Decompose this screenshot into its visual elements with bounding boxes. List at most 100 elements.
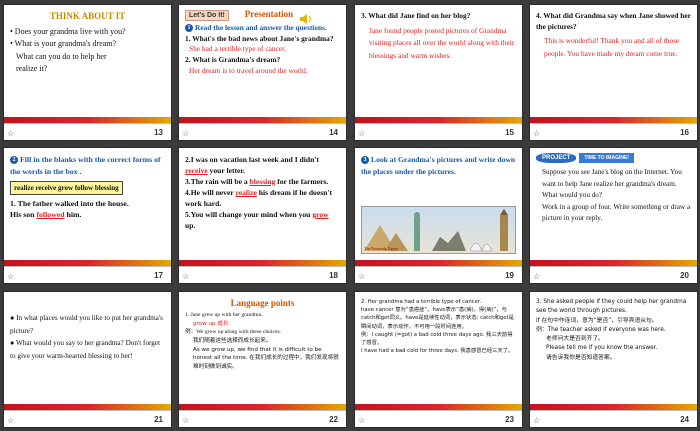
slide-number: 20: [680, 271, 689, 280]
speaker-icon[interactable]: [300, 14, 312, 24]
slide-thumbnail-16[interactable]: 4. What did Grandma say when Jane showed…: [529, 4, 698, 141]
step-icon: 3: [361, 156, 369, 165]
answer-blank: followed: [36, 210, 65, 220]
slide-number: 24: [680, 415, 689, 424]
caption: The Pyramids, Egypt: [364, 246, 398, 251]
sentence-2-start: His son: [10, 210, 35, 220]
text-line: As we grow up, we find that it is diffic…: [193, 346, 339, 370]
slide-content: 3 Look at Grandma's pictures and write do…: [361, 154, 516, 178]
slide-number: 22: [329, 415, 338, 424]
text-line: Please tell me if you know the answer.: [546, 345, 658, 352]
slide-thumbnail-19[interactable]: 3 Look at Grandma's pictures and write do…: [354, 147, 523, 284]
slide-title: Presentation: [244, 9, 294, 19]
slide-footer: ☆ 23: [355, 410, 522, 427]
text-line: if 在句中作连词，意为“是否”，引导宾语从句。: [536, 317, 658, 324]
slide-content: 3. What did Jane find on her blog? Jane …: [361, 11, 516, 62]
text-line: • Does your grandma live with you?: [10, 27, 126, 36]
text-line: 2. Her grandma had a terrible type of ca…: [361, 299, 482, 305]
slide-number: 17: [154, 271, 163, 280]
text-line: • What is your grandma's dream?: [10, 39, 117, 49]
slide-content: Language points 1. Jane grew up with her…: [185, 298, 340, 372]
slide-thumbnail-20[interactable]: PROJECT TIME TO IMAGINE! Suppose you see …: [529, 147, 698, 284]
slide-heading: Read the lesson and answer the questions…: [195, 23, 327, 32]
star-icon: ☆: [182, 129, 190, 138]
project-badge: PROJECT: [536, 153, 577, 163]
text-line: 我们随着这些选择而成长起来。: [193, 337, 272, 344]
slide-thumbnail-15[interactable]: 3. What did Jane find on her blog? Jane …: [354, 4, 523, 141]
question-2: 2. What is Grandma's dream?: [185, 55, 281, 65]
slide-number: 15: [505, 128, 514, 137]
star-icon: ☆: [358, 272, 366, 281]
text-line: 请告诉我你是否知道答案。: [546, 354, 616, 361]
star-icon: ☆: [182, 416, 190, 425]
slide-content: 2. Her grandma had a terrible type of ca…: [361, 298, 516, 355]
slide-number: 18: [329, 271, 338, 280]
slide-content: 2.I was on vacation last week and I didn…: [185, 154, 340, 231]
slide-footer: ☆ 21: [4, 410, 171, 427]
slide-content: PROJECT TIME TO IMAGINE! Suppose you see …: [536, 152, 691, 225]
star-icon: ☆: [533, 272, 541, 281]
slide-content: ● In what places would you like to put h…: [10, 312, 165, 362]
question: 3. What did Jane find on her blog?: [361, 11, 471, 20]
blank-sentence: 5.You will change your mind when you gro…: [185, 210, 329, 230]
slide-sorter-grid: THINK ABOUT IT • Does your grandma live …: [0, 0, 700, 431]
slide-number: 21: [154, 415, 163, 424]
slide-thumbnail-18[interactable]: 2.I was on vacation last week and I didn…: [178, 147, 347, 284]
blank-sentence: 4.He will never realize his dream if he …: [185, 188, 333, 208]
slide-content: 4. What did Grandma say when Jane showed…: [536, 11, 691, 61]
blank-sentence: 3.The rain will be a blessing for the fa…: [185, 177, 329, 186]
slide-thumbnail-17[interactable]: 2 Fill in the blanks with the correct for…: [3, 147, 172, 284]
slide-content: 3. She asked people if they could help h…: [536, 298, 691, 363]
slide-thumbnail-14[interactable]: Let's Do It! Presentation 1 Read the less…: [178, 4, 347, 141]
star-icon: ☆: [533, 129, 541, 138]
text-line: realize it?: [16, 64, 48, 74]
slide-number: 23: [505, 415, 514, 424]
star-icon: ☆: [533, 416, 541, 425]
text-line: 例：We grow up along with these choices.: [185, 329, 282, 336]
step-icon: 2: [10, 156, 18, 165]
paragraph-2: Work in a group of four. Write something…: [542, 202, 691, 223]
word-box: realize receive grow follow blessing: [10, 180, 123, 196]
star-icon: ☆: [7, 416, 15, 425]
slide-thumbnail-21[interactable]: ● In what places would you like to put h…: [3, 291, 172, 428]
answer-1: She had a terrible type of cancer.: [189, 44, 287, 54]
slide-footer: ☆ 16: [530, 123, 697, 140]
slide-footer: ☆ 24: [530, 410, 697, 427]
landmarks-picture: The Pyramids, Egypt: [361, 206, 516, 254]
slide-number: 16: [680, 128, 689, 137]
slide-footer: ☆ 22: [179, 410, 346, 427]
slide-footer: ☆ 15: [355, 123, 522, 140]
imagine-banner: TIME TO IMAGINE!: [579, 153, 634, 163]
slide-footer: ☆ 19: [355, 266, 522, 283]
slide-thumbnail-13[interactable]: THINK ABOUT IT • Does your grandma live …: [3, 4, 172, 141]
question: 4. What did Grandma say when Jane showed…: [536, 11, 691, 31]
paragraph-1: Suppose you see Jane's blog on the Inter…: [542, 168, 682, 200]
star-icon: ☆: [7, 272, 15, 281]
blank-sentence: 2.I was on vacation last week and I didn…: [185, 155, 319, 175]
text-line: What can you do to help her: [16, 51, 107, 61]
text-line: 例：The teacher asked if everyone was here…: [536, 326, 666, 333]
slide-heading: Fill in the blanks with the correct form…: [10, 155, 161, 177]
star-icon: ☆: [182, 272, 190, 281]
slide-number: 14: [329, 128, 338, 137]
slide-title: Language points: [230, 298, 295, 308]
text-line: 3. She asked people if they could help h…: [536, 299, 687, 315]
sentence-1: 1. The father walked into the house.: [10, 199, 129, 209]
slide-thumbnail-24[interactable]: 3. She asked people if they could help h…: [529, 291, 698, 428]
star-icon: ☆: [358, 129, 366, 138]
text-line: 1. Jane grew up with her grandma.: [185, 312, 263, 318]
slide-content: Let's Do It! Presentation 1 Read the less…: [185, 9, 340, 77]
slide-footer: ☆ 20: [530, 266, 697, 283]
lets-do-it-badge: Let's Do It!: [185, 10, 229, 21]
slide-title: THINK ABOUT IT: [49, 11, 126, 21]
slide-content: 2 Fill in the blanks with the correct for…: [10, 154, 165, 221]
question-1: 1. What's the bad news about Jane's gran…: [185, 33, 334, 43]
text-line: 例：I caught (=got) a bad cold three days …: [361, 331, 513, 347]
slide-footer: ☆ 14: [179, 123, 346, 140]
text-line: 老师问大是否到齐了。: [546, 336, 604, 343]
slide-number: 19: [505, 271, 514, 280]
step-icon: 1: [185, 24, 193, 33]
slide-thumbnail-22[interactable]: Language points 1. Jane grew up with her…: [178, 291, 347, 428]
slide-thumbnail-23[interactable]: 2. Her grandma had a terrible type of ca…: [354, 291, 523, 428]
answer-2: Her dream is to travel around the world.: [189, 65, 308, 75]
